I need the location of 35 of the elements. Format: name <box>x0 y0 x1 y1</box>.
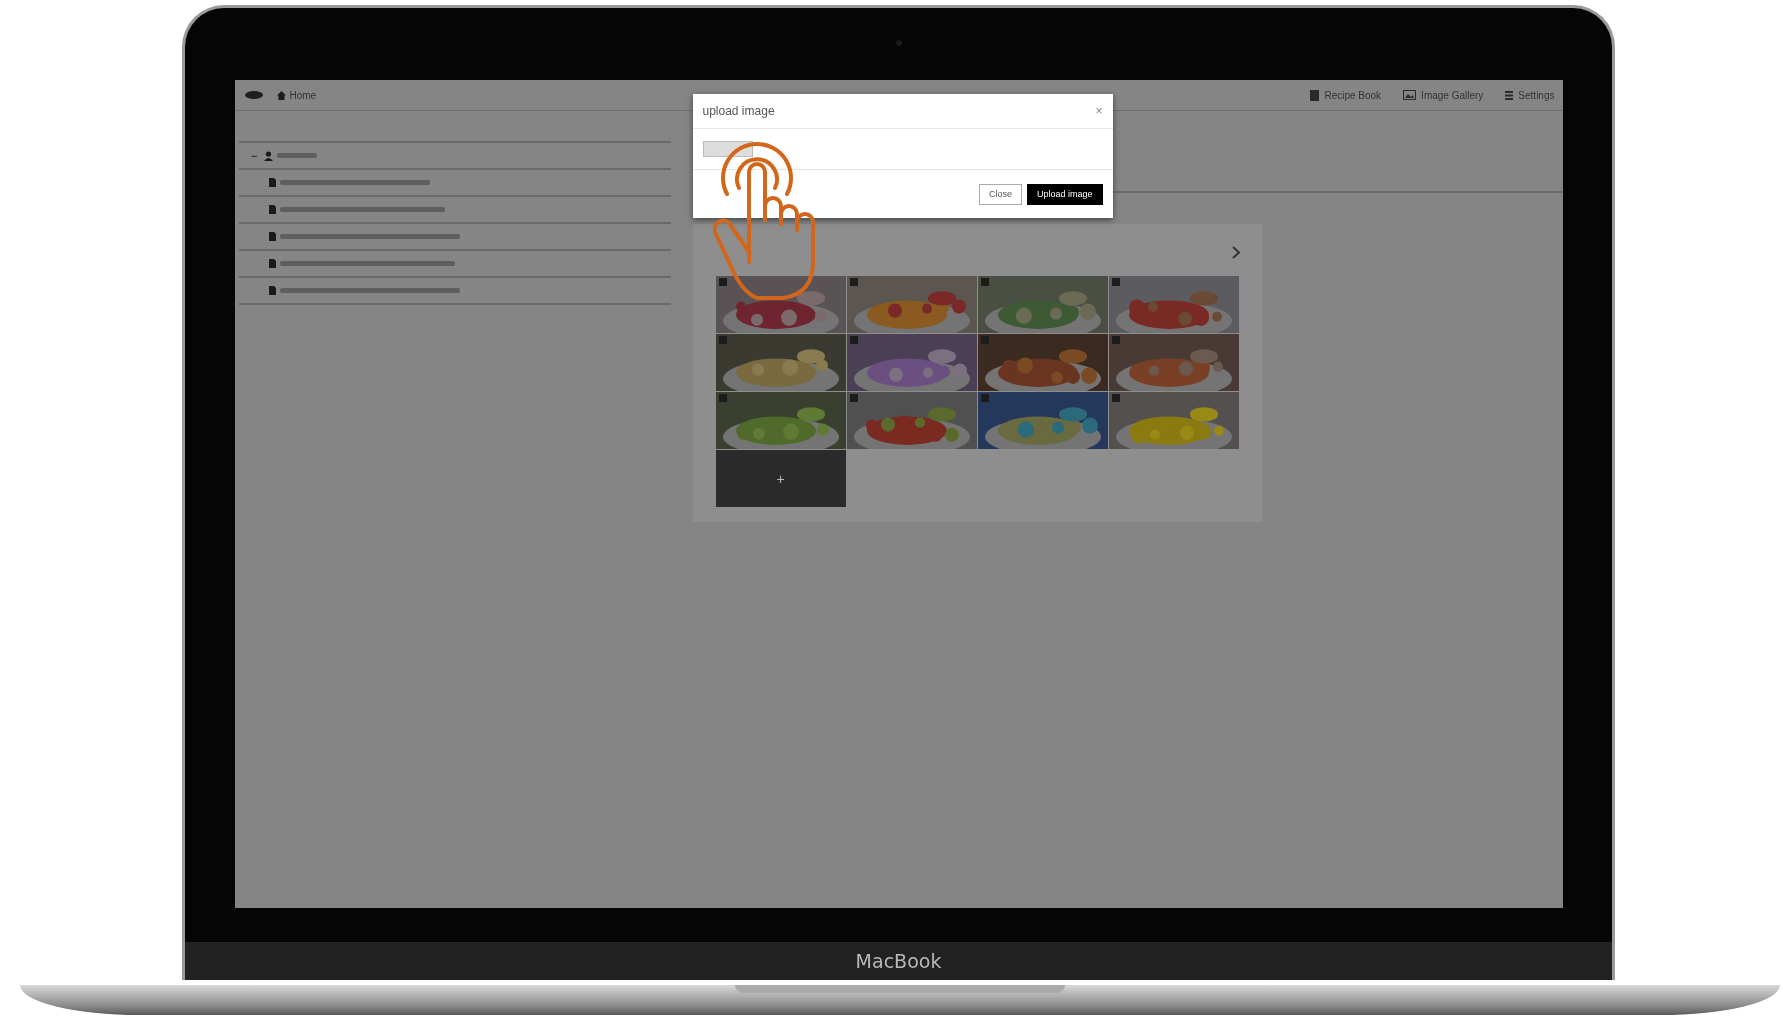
select-marker-icon[interactable] <box>849 336 858 344</box>
document-icon <box>268 259 276 268</box>
upload-button[interactable]: Upload image <box>1026 183 1103 205</box>
select-marker-icon[interactable] <box>849 278 858 286</box>
document-icon <box>268 232 276 241</box>
document-icon <box>268 178 276 187</box>
add-image-button[interactable]: + <box>715 450 846 507</box>
select-marker-icon[interactable] <box>718 394 727 402</box>
cancel-button[interactable]: Close <box>978 183 1022 205</box>
document-icon <box>268 286 276 295</box>
select-marker-icon[interactable] <box>849 394 858 402</box>
select-marker-icon[interactable] <box>1111 394 1120 402</box>
dialog-title: upload image <box>702 104 775 118</box>
select-marker-icon[interactable] <box>718 278 727 286</box>
document-icon <box>268 205 276 214</box>
book-icon <box>1310 89 1320 101</box>
select-marker-icon[interactable] <box>980 278 989 286</box>
menu-icon <box>1505 90 1514 100</box>
select-marker-icon[interactable] <box>980 394 989 402</box>
home-icon <box>276 90 286 100</box>
select-marker-icon[interactable] <box>718 336 727 344</box>
select-marker-icon[interactable] <box>1111 278 1120 286</box>
select-marker-icon[interactable] <box>980 336 989 344</box>
logo-icon[interactable] <box>244 91 263 99</box>
blurred-label <box>276 153 317 158</box>
nav-link[interactable]: Recipe Book <box>1310 89 1382 101</box>
person-icon <box>263 150 273 161</box>
device-label: MacBook <box>855 950 942 972</box>
collapse-icon[interactable]: − <box>250 148 260 163</box>
nav-link[interactable]: Image Gallery <box>1403 89 1484 101</box>
home-link[interactable]: Home <box>276 89 317 101</box>
close-button[interactable]: × <box>1095 104 1103 118</box>
image-icon <box>1403 90 1417 100</box>
select-marker-icon[interactable] <box>1111 336 1120 344</box>
nav-link[interactable]: Settings <box>1505 89 1555 101</box>
